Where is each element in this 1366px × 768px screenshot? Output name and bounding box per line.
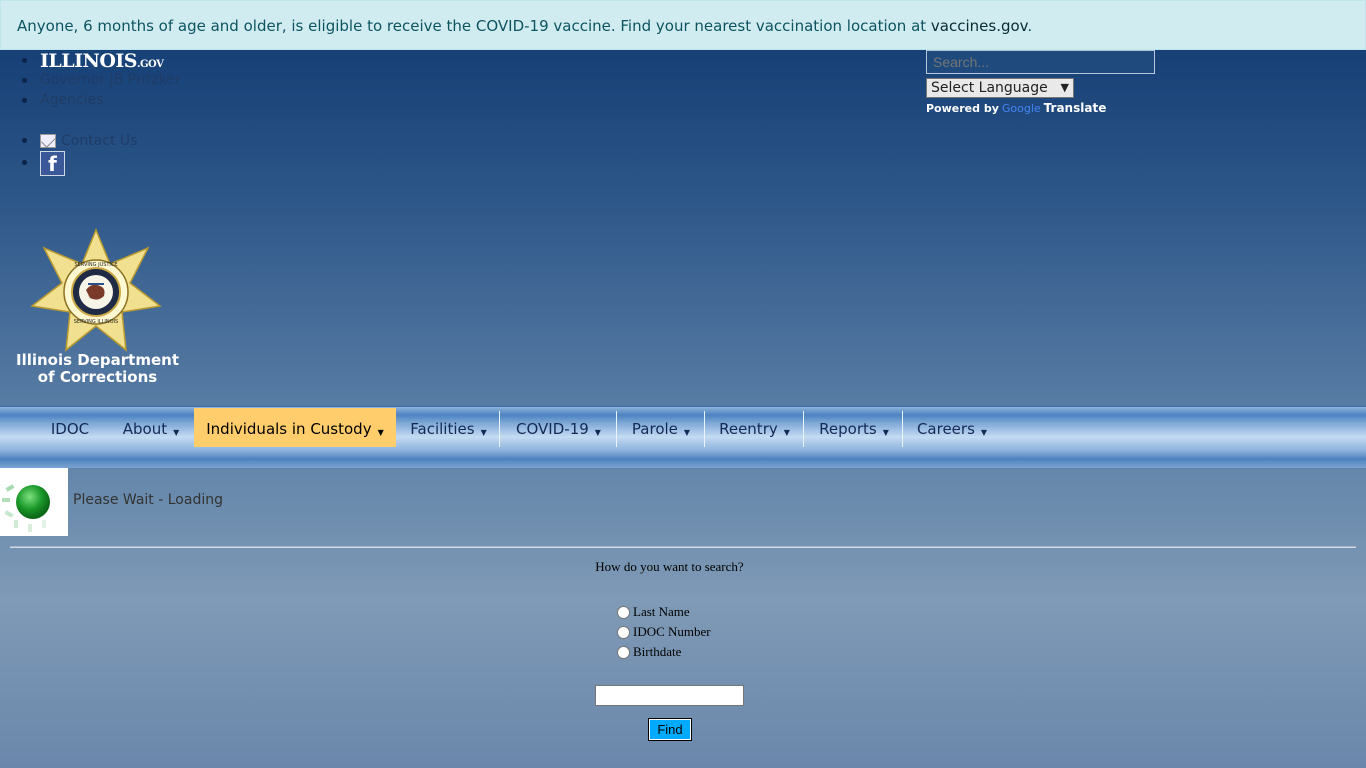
nav-item-facilities[interactable]: Facilities ▼ (400, 407, 497, 447)
google-logo[interactable]: Google (1002, 102, 1041, 115)
dropdown-caret-icon: ▼ (480, 428, 487, 437)
chevron-down-icon: ▼ (1060, 81, 1069, 94)
facebook-icon[interactable]: f (40, 151, 65, 176)
covid-alert-banner: Anyone, 6 months of age and older, is el… (0, 0, 1366, 50)
dropdown-caret-icon: ▼ (980, 428, 988, 437)
nav-item-careers[interactable]: Careers ▼ (906, 407, 998, 447)
search-value-input[interactable] (595, 685, 744, 706)
contact-us-link[interactable]: Contact Us (40, 133, 137, 149)
main-navbar: IDOC About ▼ Individuals in Custody ▼ Faci… (0, 406, 1366, 468)
nav-item-reentry[interactable]: Reentry ▼ (708, 407, 801, 447)
mail-icon (40, 134, 56, 148)
radio-birthdate[interactable] (617, 645, 630, 659)
translate-link[interactable]: Translate (1044, 101, 1107, 115)
language-select[interactable]: Select Language ▼ (926, 78, 1074, 98)
dropdown-caret-icon: ▼ (173, 428, 180, 437)
agencies-link[interactable]: Agencies (40, 92, 103, 108)
nav-divider (704, 411, 705, 447)
list-bullet (22, 160, 27, 165)
nav-divider (803, 411, 804, 447)
dropdown-caret-icon: ▼ (377, 428, 384, 437)
radio-option-idoc-number[interactable]: IDOC Number (615, 622, 711, 642)
nav-item-individuals-in-custody[interactable]: Individuals in Custody ▼ (194, 408, 396, 447)
language-select-value: Select Language (931, 80, 1048, 96)
alert-text: Anyone, 6 months of age and older, is el… (17, 17, 931, 35)
vaccines-gov-link[interactable]: vaccines.gov (931, 17, 1027, 35)
contact-us-label: Contact Us (61, 133, 138, 149)
dropdown-caret-icon: ▼ (783, 428, 790, 437)
nav-item-parole[interactable]: Parole ▼ (620, 407, 702, 447)
find-button[interactable]: Find (648, 718, 692, 741)
idoc-badge-seal-icon[interactable]: SERVING JUSTICE SERVING ILLINOIS (30, 228, 162, 356)
radio-idoc-number[interactable] (617, 625, 630, 639)
list-bullet (22, 138, 27, 143)
nav-item-reports[interactable]: Reports ▼ (807, 407, 901, 447)
nav-divider (499, 411, 500, 447)
nav-item-covid-19[interactable]: COVID-19 ▼ (503, 407, 614, 447)
nav-divider (616, 411, 617, 447)
list-bullet (22, 78, 27, 83)
department-name: Illinois Department of Corrections (16, 351, 179, 386)
search-method-question: How do you want to search? (595, 559, 744, 574)
radio-last-name[interactable] (617, 605, 630, 619)
loading-spinner (0, 468, 68, 536)
svg-text:SERVING ILLINOIS: SERVING ILLINOIS (74, 319, 118, 325)
loading-spinner-icon (2, 484, 50, 532)
governor-link[interactable]: Governor JB Pritzker (40, 72, 180, 88)
horizontal-divider (10, 546, 1356, 548)
radio-option-last-name[interactable]: Last Name (615, 602, 711, 622)
nav-item-about[interactable]: About ▼ (115, 407, 187, 447)
list-bullet (22, 98, 27, 103)
search-method-radio-group: Last Name IDOC Number Birthdate (615, 602, 711, 662)
dropdown-caret-icon: ▼ (594, 428, 601, 437)
alert-suffix: . (1027, 17, 1033, 35)
site-search-input[interactable] (926, 50, 1155, 74)
illinois-gov-logo[interactable]: ILLINOIS.GOV (40, 50, 164, 72)
dropdown-caret-icon: ▼ (683, 428, 691, 437)
loading-text: Please Wait - Loading (73, 492, 223, 508)
nav-item-idoc[interactable]: IDOC (40, 407, 100, 447)
svg-text:SERVING JUSTICE: SERVING JUSTICE (74, 262, 117, 268)
list-bullet (22, 58, 27, 63)
nav-divider (902, 411, 903, 447)
radio-option-birthdate[interactable]: Birthdate (615, 642, 711, 662)
dropdown-caret-icon: ▼ (882, 428, 889, 437)
powered-by-google-translate: Powered by Google Translate (926, 101, 1107, 115)
